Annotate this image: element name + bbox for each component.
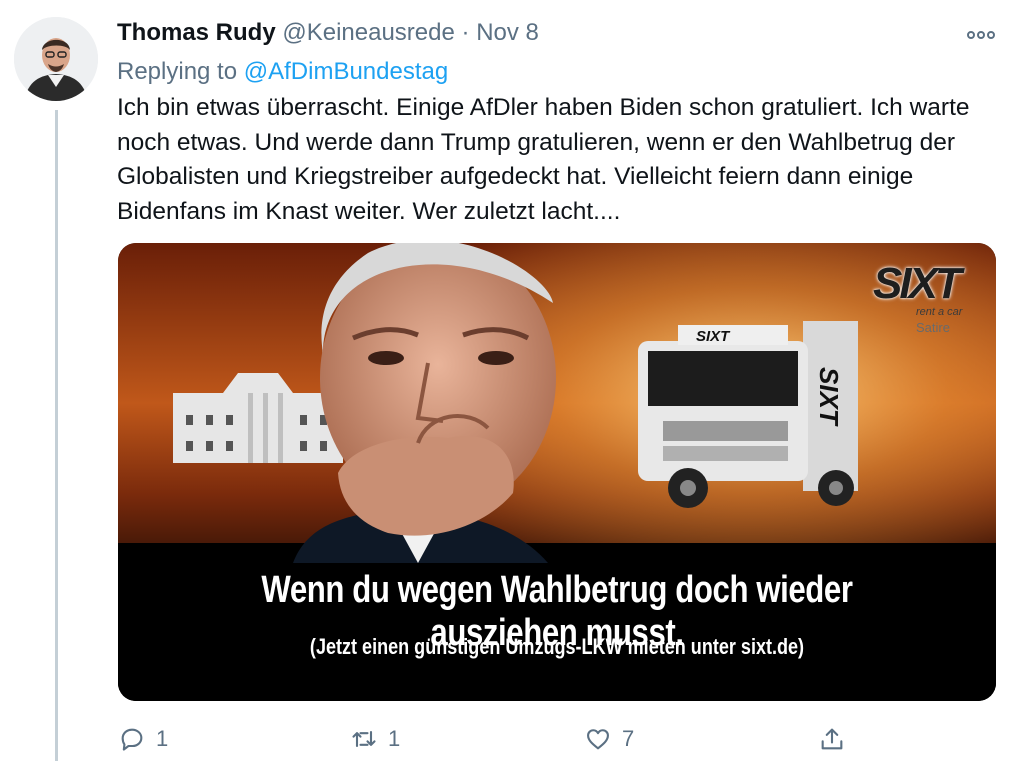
more-horizontal-icon [967,31,995,39]
author-handle[interactable]: @Keineausrede [282,19,454,46]
retweet-icon [352,730,376,748]
sixt-logo-subtext: rent a car [916,306,963,318]
replying-to: Replying to @AfDimBundestag [117,57,448,87]
retweet-button[interactable]: 1 [350,724,400,754]
avatar[interactable] [14,17,98,101]
more-options-button[interactable] [966,20,996,46]
truck-side-logo: SIXT [814,367,844,427]
share-icon [821,728,843,750]
satire-label: Satire [916,320,950,335]
share-button[interactable] [818,724,846,754]
author-name[interactable]: Thomas Rudy [117,19,276,46]
header-separator: · [461,19,470,46]
tweet-media[interactable]: SIXT SIXT SIXT rent a car Satire Wenn du… [118,243,996,701]
tweet-header: Thomas Rudy @Keineausrede · Nov 8 [117,18,539,48]
replying-to-prefix: Replying to [117,58,238,85]
replying-to-link[interactable]: @AfDimBundestag [244,58,448,85]
media-caption-sub: (Jetzt einen günstigen Umzugs-LKW mieten… [309,634,805,659]
tweet-date[interactable]: Nov 8 [476,19,539,46]
truck: SIXT SIXT [638,321,858,508]
truck-logo: SIXT [696,328,731,345]
reply-count: 1 [156,726,169,751]
retweet-count: 1 [388,726,401,751]
sixt-logo: SIXT [873,259,962,308]
reply-icon [121,728,143,751]
like-button[interactable]: 7 [584,724,634,754]
thread-line [55,110,58,761]
heart-icon [587,729,609,750]
tweet-text: Ich bin etwas überrascht. Einige AfDler … [117,94,970,225]
avatar-image [14,17,98,101]
like-count: 7 [622,726,635,751]
reply-button[interactable]: 1 [118,724,168,754]
